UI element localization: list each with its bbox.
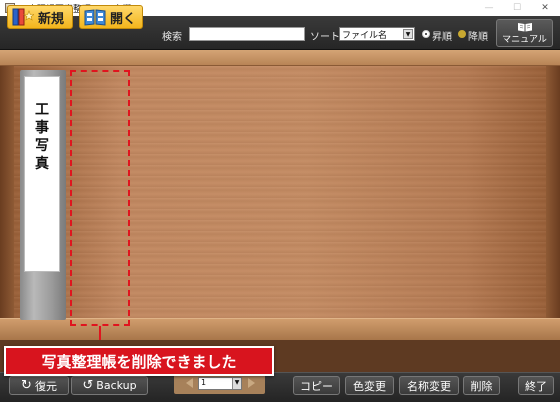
ascending-label: 昇順	[432, 32, 452, 43]
chevron-down-icon: ▼	[403, 29, 413, 39]
triangle-left-icon[interactable]	[186, 378, 193, 388]
shelf-right-side	[546, 66, 560, 320]
search-input[interactable]	[189, 27, 305, 41]
delete-button[interactable]: 削除	[463, 376, 500, 395]
callout-line	[99, 326, 101, 340]
new-button[interactable]: 新規	[7, 5, 73, 29]
shelf-left-side	[0, 66, 14, 320]
page-navigator: 1 ▼	[174, 374, 265, 394]
open-button-label: 開く	[110, 11, 137, 27]
deletion-toast: 写真整理帳を削除できました	[4, 346, 274, 376]
rename-button[interactable]: 名称変更	[399, 376, 459, 395]
descending-radio[interactable]	[458, 30, 466, 38]
open-book-icon	[84, 8, 106, 26]
sort-select[interactable]: ファイル名 ▼	[339, 27, 415, 41]
restore-button-label: 復元	[34, 379, 57, 393]
copy-button[interactable]: コピー	[293, 376, 340, 395]
chevron-down-icon: ▼	[232, 378, 241, 389]
toast-message: 写真整理帳を削除できました	[41, 352, 237, 371]
new-binder-icon	[12, 8, 35, 26]
new-button-label: 新規	[38, 11, 65, 27]
page-select-value: 1	[201, 378, 207, 387]
restore-arrow-icon: ↻	[21, 378, 32, 393]
descending-label: 降順	[468, 32, 488, 43]
exit-button[interactable]: 終了	[518, 376, 554, 395]
color-change-button[interactable]: 色変更	[345, 376, 394, 395]
maximize-icon[interactable]: ☐	[506, 0, 528, 16]
backup-button[interactable]: ↺ Backup	[71, 376, 148, 395]
shelf-top-board	[0, 50, 560, 66]
manual-book-icon	[517, 22, 533, 32]
triangle-right-icon[interactable]	[248, 378, 255, 388]
open-button[interactable]: 開く	[79, 5, 143, 29]
backup-arrow-icon: ↺	[82, 378, 94, 393]
binder-spine-label: 工事写真	[24, 76, 60, 272]
sort-label: ソート	[310, 32, 340, 43]
manual-button[interactable]: マニュアル	[496, 19, 553, 47]
search-label: 検索	[162, 32, 182, 43]
close-icon[interactable]: ✕	[534, 0, 556, 16]
deleted-binder-slot	[70, 70, 130, 326]
manual-button-label: マニュアル	[502, 35, 547, 45]
ascending-radio[interactable]	[422, 30, 430, 38]
binder-title: 工事写真	[35, 102, 49, 172]
binder[interactable]: 工事写真	[20, 70, 66, 320]
backup-button-label: Backup	[96, 379, 137, 392]
restore-button[interactable]: ↻ 復元	[9, 376, 69, 395]
sort-select-value: ファイル名	[342, 30, 388, 41]
minimize-icon[interactable]: —	[478, 0, 500, 16]
page-select[interactable]: 1 ▼	[198, 377, 242, 390]
